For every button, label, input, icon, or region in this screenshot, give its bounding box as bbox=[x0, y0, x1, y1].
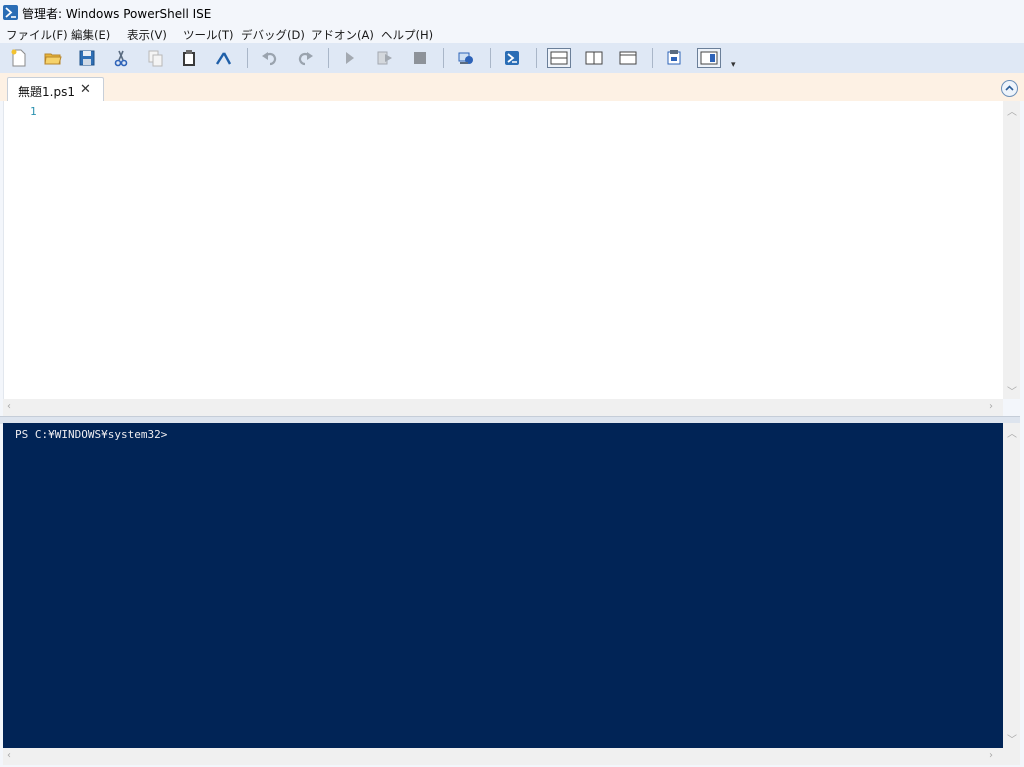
toolbar-separator bbox=[328, 48, 329, 68]
save-icon bbox=[79, 50, 95, 66]
show-script-top-icon bbox=[550, 51, 568, 65]
new-remote-tab-icon bbox=[458, 52, 473, 64]
title-bar: 管理者: Windows PowerShell ISE bbox=[0, 0, 1024, 25]
show-command-window-icon bbox=[667, 50, 681, 65]
copy-button[interactable] bbox=[144, 47, 166, 69]
scroll-down-icon[interactable]: ﹀ bbox=[1007, 383, 1017, 398]
undo-button[interactable] bbox=[259, 47, 281, 69]
menu-edit[interactable]: 編集(E) bbox=[71, 27, 110, 43]
console-prompt: PS C:¥WINDOWS¥system32> bbox=[15, 428, 168, 441]
clear-console-button[interactable] bbox=[212, 47, 234, 69]
toolbar-separator bbox=[247, 48, 248, 68]
menu-view[interactable]: 表示(V) bbox=[127, 27, 167, 43]
tab-close-icon[interactable]: ✕ bbox=[80, 82, 91, 97]
cut-icon bbox=[114, 50, 128, 67]
scroll-down-icon[interactable]: ﹀ bbox=[1007, 731, 1017, 746]
run-selection-icon bbox=[377, 51, 392, 65]
menu-addons[interactable]: アドオン(A) bbox=[311, 27, 374, 43]
scroll-left-icon[interactable]: ‹ bbox=[7, 401, 11, 412]
redo-icon bbox=[298, 52, 313, 66]
stop-button[interactable] bbox=[409, 47, 431, 69]
clear-console-icon bbox=[215, 52, 232, 65]
editor-horizontal-scrollbar[interactable]: ‹ › bbox=[3, 399, 1003, 416]
stop-icon bbox=[414, 52, 426, 64]
show-script-maximized-icon bbox=[619, 51, 637, 65]
menu-help[interactable]: ヘルプ(H) bbox=[381, 27, 433, 43]
powershell-app-icon bbox=[3, 5, 18, 20]
show-command-window-button[interactable] bbox=[663, 47, 685, 69]
menu-debug[interactable]: デバッグ(D) bbox=[241, 27, 305, 43]
console-horizontal-scrollbar[interactable]: ‹ › bbox=[3, 748, 1003, 765]
run-script-button[interactable] bbox=[339, 47, 361, 69]
open-button[interactable] bbox=[42, 47, 64, 69]
scroll-left-icon[interactable]: ‹ bbox=[7, 750, 11, 761]
script-editor[interactable]: 1 bbox=[3, 101, 1004, 399]
new-file-icon bbox=[11, 49, 26, 67]
run-selection-button[interactable] bbox=[374, 47, 396, 69]
window-title: 管理者: Windows PowerShell ISE bbox=[22, 7, 212, 21]
collapse-script-pane-button[interactable] bbox=[1001, 80, 1018, 97]
powershell-console-icon bbox=[505, 51, 519, 65]
scroll-right-icon[interactable]: › bbox=[989, 401, 993, 412]
scroll-up-icon[interactable]: ︿ bbox=[1007, 425, 1017, 440]
new-file-button[interactable] bbox=[8, 47, 30, 69]
script-tab-strip: 無題1.ps1 ✕ bbox=[0, 73, 1024, 102]
show-script-top-button[interactable] bbox=[547, 48, 571, 68]
toolbar-overflow-icon[interactable]: ▾ bbox=[731, 60, 736, 70]
paste-icon bbox=[183, 50, 195, 66]
toolbar-separator bbox=[652, 48, 653, 68]
menu-file[interactable]: ファイル(F) bbox=[6, 27, 68, 43]
toolbar-separator bbox=[490, 48, 491, 68]
show-script-maximized-button[interactable] bbox=[617, 47, 639, 69]
scroll-right-icon[interactable]: › bbox=[989, 750, 993, 761]
scroll-up-icon[interactable]: ︿ bbox=[1007, 103, 1017, 118]
tab-label: 無題1.ps1 bbox=[18, 85, 75, 99]
open-folder-icon bbox=[44, 53, 62, 65]
scrollbar-corner bbox=[1003, 748, 1020, 765]
powershell-ise-window: 管理者: Windows PowerShell ISE ファイル(F) 編集(E… bbox=[0, 0, 1024, 767]
line-number: 1 bbox=[30, 105, 37, 118]
cut-button[interactable] bbox=[110, 47, 132, 69]
menu-tools[interactable]: ツール(T) bbox=[183, 27, 234, 43]
copy-icon bbox=[148, 50, 163, 67]
paste-button[interactable] bbox=[178, 47, 200, 69]
toolbar-separator bbox=[536, 48, 537, 68]
undo-icon bbox=[262, 52, 277, 66]
show-command-addon-icon bbox=[700, 51, 718, 65]
toolbar: ▾ bbox=[0, 43, 1024, 73]
editor-vertical-scrollbar[interactable]: ︿ ﹀ bbox=[1003, 101, 1020, 399]
run-script-icon bbox=[346, 52, 354, 64]
console-vertical-scrollbar[interactable]: ︿ ﹀ bbox=[1003, 423, 1020, 748]
show-command-addon-button[interactable] bbox=[697, 48, 721, 68]
start-powershell-button[interactable] bbox=[501, 47, 523, 69]
menu-bar: ファイル(F) 編集(E) 表示(V) ツール(T) デバッグ(D) アドオン(… bbox=[0, 25, 1024, 43]
redo-button[interactable] bbox=[294, 47, 316, 69]
new-remote-tab-button[interactable] bbox=[455, 47, 477, 69]
toolbar-separator bbox=[443, 48, 444, 68]
window-right-edge bbox=[1020, 101, 1024, 767]
console-pane[interactable]: PS C:¥WINDOWS¥system32> bbox=[3, 423, 1003, 748]
tab-untitled1[interactable]: 無題1.ps1 ✕ bbox=[7, 77, 104, 102]
show-script-right-icon bbox=[585, 51, 603, 65]
chevron-up-icon bbox=[1005, 85, 1014, 91]
show-script-right-button[interactable] bbox=[583, 47, 605, 69]
save-button[interactable] bbox=[76, 47, 98, 69]
